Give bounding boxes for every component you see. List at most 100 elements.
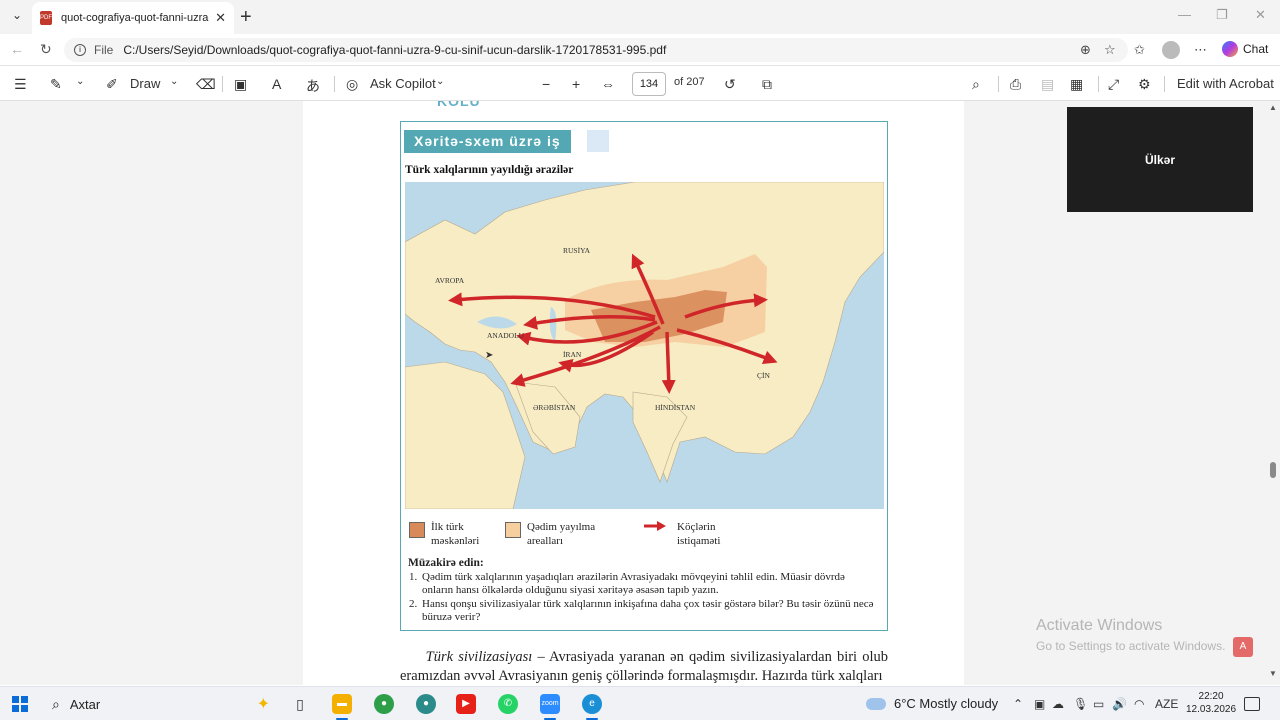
scroll-down-icon[interactable]: ▼: [1269, 669, 1277, 678]
highlight-chevron-icon[interactable]: ⌄: [76, 76, 84, 87]
highlight-icon[interactable]: ✎: [50, 76, 62, 93]
rotate-icon[interactable]: ↺: [724, 76, 736, 93]
task-view-icon[interactable]: ▯: [290, 694, 310, 714]
video-participant-tile[interactable]: Ülkər: [1067, 107, 1253, 212]
url-field[interactable]: i File C:/Users/Seyid/Downloads/quot-cog…: [64, 38, 1128, 62]
eraser-icon[interactable]: ⌫: [196, 76, 216, 93]
scrollbar-thumb[interactable]: [1270, 462, 1276, 478]
toolbar-divider: [1098, 76, 1099, 92]
edit-with-acrobat-button[interactable]: Edit with Acrobat: [1177, 76, 1274, 91]
maximize-icon[interactable]: ❐: [1216, 7, 1228, 23]
draw-pen-icon[interactable]: ✐: [106, 76, 118, 93]
pdf-file-icon: PDF: [40, 11, 52, 25]
tab-bar: ⌄ PDF quot-cografiya-quot-fanni-uzra-9 ✕…: [0, 0, 1280, 34]
show-hidden-icons-chevron[interactable]: ⌃: [1013, 697, 1023, 711]
info-icon[interactable]: i: [74, 44, 86, 56]
battery-icon[interactable]: ▭: [1093, 697, 1104, 711]
legend-ancient-areas: Qədim yayılma arealları: [505, 520, 627, 548]
save-icon[interactable]: ▤: [1041, 76, 1054, 93]
chrome-profile-icon[interactable]: ●: [416, 694, 436, 714]
chat-label: Chat: [1243, 42, 1269, 56]
taskbar-search[interactable]: ⌕ Axtar ✦: [40, 690, 276, 718]
tab-title: quot-cografiya-quot-fanni-uzra-9: [61, 12, 210, 24]
copilot-chat-button[interactable]: Chat: [1222, 41, 1268, 57]
back-arrow-icon[interactable]: ←: [10, 41, 24, 57]
participant-name: Ülkər: [1144, 152, 1176, 167]
toolbar-divider: [334, 76, 335, 92]
fit-to-width-icon[interactable]: ⇔: [601, 76, 615, 92]
zoom-in-icon[interactable]: +: [572, 76, 580, 92]
onedrive-icon[interactable]: ☁: [1052, 697, 1064, 711]
contents-menu-icon[interactable]: ☰: [14, 76, 27, 93]
clock[interactable]: 22:20 12.03.2026: [1186, 690, 1236, 716]
print-icon[interactable]: ⎙: [1010, 76, 1021, 93]
tab-close-icon[interactable]: ✕: [215, 10, 226, 26]
legend-label-ancient-areas: Qədim yayılma arealları: [527, 521, 596, 547]
tab-actions-chevron-icon[interactable]: ⌄: [6, 8, 28, 26]
favorite-star-icon[interactable]: ☆: [1104, 42, 1116, 58]
edge-browser-icon[interactable]: e: [582, 694, 602, 714]
settings-gear-icon[interactable]: ⚙: [1138, 76, 1151, 93]
whatsapp-icon[interactable]: ✆: [498, 694, 518, 714]
tab-pdf-document[interactable]: PDF quot-cografiya-quot-fanni-uzra-9 ✕: [32, 2, 234, 34]
pdf-toolbar: ☰ ✎ ⌄ ✐ Draw ⌄ ⌫ ▣ A あ ◎ Ask Copilot ⌄ −…: [0, 67, 1280, 101]
zoom-out-icon[interactable]: −: [542, 76, 550, 92]
body-paragraph: Türk sivilizasiyası – Avrasiyada yaranan…: [400, 648, 888, 685]
read-aloud-icon[interactable]: A: [272, 76, 281, 92]
copilot-pdf-icon[interactable]: ◎: [346, 76, 358, 93]
page-view-icon[interactable]: ⧉: [762, 76, 772, 93]
ask-copilot-chevron-icon[interactable]: ⌄: [436, 76, 444, 87]
url-text[interactable]: C:/Users/Seyid/Downloads/quot-cografiya-…: [123, 43, 666, 57]
youtube-icon[interactable]: ▶: [456, 694, 476, 714]
ask-copilot-button[interactable]: Ask Copilot: [370, 76, 436, 91]
language-indicator[interactable]: AZE: [1155, 697, 1178, 711]
zoom-app-icon[interactable]: zoom: [540, 694, 560, 714]
label-erebistan: ƏRƏBİSTAN: [533, 403, 576, 412]
notification-icon[interactable]: [1244, 697, 1260, 711]
discussion-section: Müzakirə edin: Qədim türk xalqlarının ya…: [408, 557, 878, 625]
wifi-icon[interactable]: ◠: [1134, 697, 1144, 711]
scroll-up-icon[interactable]: ▲: [1269, 103, 1277, 112]
tray-app-icon[interactable]: ▣: [1034, 697, 1045, 711]
acrobat-floating-icon[interactable]: A: [1233, 637, 1253, 657]
draw-button[interactable]: Draw: [130, 76, 160, 91]
favorites-list-icon[interactable]: ✩: [1134, 42, 1145, 58]
reload-icon[interactable]: ↻: [40, 41, 52, 58]
windows-start-icon[interactable]: [12, 696, 28, 712]
text-box-icon[interactable]: ▣: [234, 76, 247, 93]
draw-chevron-icon[interactable]: ⌄: [170, 76, 178, 87]
new-tab-plus-icon[interactable]: +: [240, 6, 252, 29]
page-number-input[interactable]: 134: [632, 72, 666, 96]
save-as-icon[interactable]: ▦: [1070, 76, 1083, 93]
activate-windows-watermark: Activate Windows Go to Settings to activ…: [1036, 617, 1225, 653]
body-italic-term: Türk sivilizasiyası: [425, 649, 533, 665]
file-explorer-icon[interactable]: ▬: [332, 694, 352, 714]
legend-swatch-ancient-areas: [505, 522, 521, 538]
translate-icon[interactable]: あ: [306, 76, 320, 96]
heading-decoration: [587, 130, 609, 152]
weather-widget[interactable]: 6°C Mostly cloudy: [866, 696, 998, 711]
search-highlight-sparkle-icon[interactable]: ✦: [257, 694, 270, 714]
minimize-icon[interactable]: —: [1178, 7, 1191, 22]
clock-date: 12.03.2026: [1186, 704, 1237, 715]
legend-label-first-homes: İlk türk məskənləri: [431, 521, 480, 547]
activate-windows-subtitle: Go to Settings to activate Windows.: [1036, 639, 1226, 653]
vertical-scrollbar[interactable]: ▲ ▼: [1266, 101, 1280, 685]
profile-avatar[interactable]: [1162, 41, 1180, 59]
find-search-icon[interactable]: ⌕: [972, 76, 980, 93]
discussion-list: Qədim türk xalqlarının yaşadıqları ərazi…: [420, 571, 878, 625]
mouse-cursor-icon: ➤: [485, 350, 493, 361]
microphone-icon[interactable]: 🎙: [1073, 697, 1088, 711]
chrome-icon[interactable]: ●: [374, 694, 394, 714]
label-iran: İRAN: [563, 350, 582, 359]
zoom-icon[interactable]: ⊕: [1080, 42, 1091, 58]
fullscreen-icon[interactable]: ⤢: [1108, 76, 1119, 93]
copilot-icon: [1222, 41, 1238, 57]
legend-migration: Köçlərin istiqaməti: [643, 520, 737, 548]
section-heading-fragment: KOLU: [437, 101, 481, 109]
close-window-icon[interactable]: ✕: [1255, 7, 1266, 23]
volume-icon[interactable]: 🔊: [1112, 697, 1127, 711]
map-title: Türk xalqlarının yayıldığı ərazilər: [405, 164, 574, 176]
cloud-icon: [866, 697, 886, 710]
more-options-icon[interactable]: ⋯: [1194, 42, 1207, 58]
